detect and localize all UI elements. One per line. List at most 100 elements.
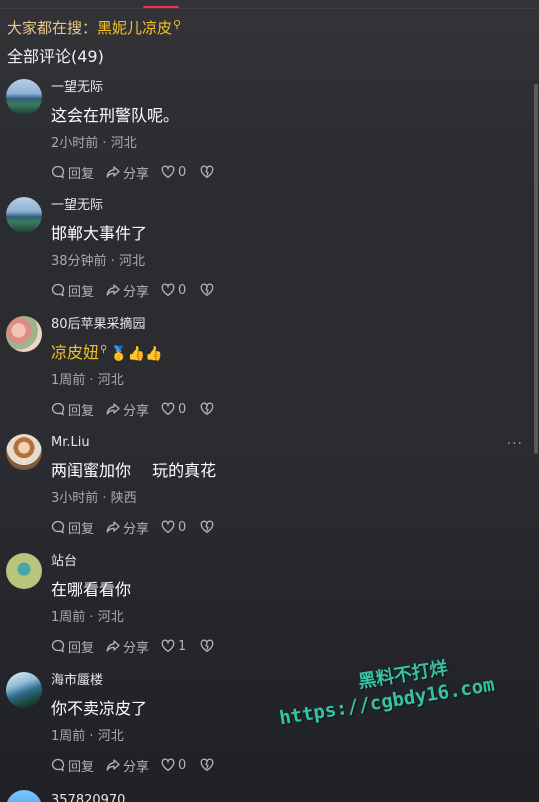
share-button[interactable]: 分享 — [106, 281, 149, 300]
share-button[interactable]: 分享 — [106, 637, 149, 656]
heart-icon — [161, 402, 175, 416]
share-arrow-icon — [106, 640, 120, 652]
comment-username[interactable]: 站台 — [51, 553, 77, 571]
comment-text: 你不卖凉皮了 — [51, 699, 148, 718]
like-button[interactable]: 0 — [161, 520, 186, 535]
dislike-button[interactable] — [200, 283, 217, 297]
speech-bubble-icon — [51, 402, 65, 416]
heart-icon — [161, 758, 175, 772]
avatar[interactable] — [6, 672, 42, 708]
comment-username[interactable]: Mr.Liu — [51, 434, 90, 452]
comment-location: 河北 — [118, 254, 145, 269]
magnifier-icon: ⚲ — [173, 18, 182, 31]
reply-button[interactable]: 回复 — [51, 163, 94, 182]
share-label: 分享 — [123, 759, 150, 775]
share-label: 分享 — [123, 640, 150, 656]
dislike-button[interactable] — [200, 165, 217, 179]
comment-actions: 回复 分享 0 — [51, 281, 229, 300]
reply-button[interactable]: 回复 — [51, 637, 94, 656]
dislike-button[interactable] — [200, 402, 217, 416]
comment-item: 一望无际 邯郸大事件了 38分钟前 · 河北 回复 分享 0 — [0, 197, 539, 315]
broken-heart-icon — [200, 165, 214, 179]
dislike-button[interactable] — [200, 520, 217, 534]
avatar[interactable] — [6, 434, 42, 470]
share-label: 分享 — [123, 403, 150, 419]
comment-meta: 1周前 · 河北 — [51, 728, 124, 746]
comment-username[interactable]: 80后苹果采摘园 — [51, 316, 146, 334]
share-arrow-icon — [106, 284, 120, 296]
comment-time: 1周前 — [51, 729, 86, 744]
comment-username[interactable]: 357820970 — [51, 792, 125, 802]
comment-item: Mr.Liu ··· 两闺蜜加你 玩的真花 3小时前 · 陕西 回复 分享 0 — [0, 434, 539, 552]
heart-icon — [161, 165, 175, 179]
avatar[interactable] — [6, 553, 42, 589]
broken-heart-icon — [200, 283, 214, 297]
like-button[interactable]: 0 — [161, 165, 186, 180]
share-button[interactable]: 分享 — [106, 518, 149, 537]
heart-icon — [161, 283, 175, 297]
avatar[interactable] — [6, 197, 42, 233]
comments-title: 全部评论(49) — [7, 47, 104, 66]
comment-text: 两闺蜜加你 玩的真花 — [51, 461, 217, 480]
comment-item: 357820970 — [0, 790, 539, 802]
broken-heart-icon — [200, 520, 214, 534]
comment-time: 1周前 — [51, 610, 86, 625]
meta-separator: · — [102, 136, 107, 151]
share-label: 分享 — [123, 166, 150, 182]
reply-button[interactable]: 回复 — [51, 756, 94, 775]
speech-bubble-icon — [51, 165, 65, 179]
comment-location: 河北 — [97, 373, 124, 388]
share-button[interactable]: 分享 — [106, 400, 149, 419]
meta-separator: · — [89, 729, 94, 744]
dislike-button[interactable] — [200, 758, 217, 772]
tab-indicator-strip — [0, 0, 539, 9]
share-button[interactable]: 分享 — [106, 163, 149, 182]
reply-button[interactable]: 回复 — [51, 518, 94, 537]
magnifier-icon: ⚲ — [100, 344, 108, 355]
comment-text: 邯郸大事件了 — [51, 224, 148, 243]
comment-time: 1周前 — [51, 373, 86, 388]
reply-button[interactable]: 回复 — [51, 281, 94, 300]
comment-meta: 1周前 · 河北 — [51, 372, 124, 390]
like-button[interactable]: 0 — [161, 758, 186, 773]
search-suggestion-term[interactable]: 黑妮儿凉皮 — [97, 19, 172, 37]
like-button[interactable]: 0 — [161, 283, 186, 298]
comment-text: 这会在刑警队呢。 — [51, 106, 180, 125]
like-count: 0 — [178, 282, 187, 298]
meta-separator: · — [89, 610, 94, 625]
share-label: 分享 — [123, 284, 150, 300]
reply-label: 回复 — [68, 640, 95, 656]
comment-meta: 1周前 · 河北 — [51, 609, 124, 627]
share-button[interactable]: 分享 — [106, 756, 149, 775]
like-button[interactable]: 1 — [161, 639, 186, 654]
share-arrow-icon — [106, 166, 120, 178]
comment-username[interactable]: 一望无际 — [51, 79, 103, 97]
reply-button[interactable]: 回复 — [51, 400, 94, 419]
comment-item: 站台 在哪看看你 1周前 · 河北 回复 分享 1 — [0, 553, 539, 671]
avatar[interactable] — [6, 316, 42, 352]
comment-search-link[interactable]: 凉皮妞 — [51, 343, 99, 362]
comment-actions: 回复 分享 0 — [51, 518, 229, 537]
share-arrow-icon — [106, 403, 120, 415]
like-count: 0 — [178, 519, 187, 535]
comment-meta: 38分钟前 · 河北 — [51, 253, 145, 271]
comment-item: 一望无际 这会在刑警队呢。 2小时前 · 河北 回复 分享 0 — [0, 79, 539, 197]
comment-actions: 回复 分享 0 — [51, 163, 229, 182]
meta-separator: · — [89, 373, 94, 388]
comment-meta: 3小时前 · 陕西 — [51, 490, 137, 508]
comment-username[interactable]: 海市蜃楼 — [51, 672, 103, 690]
comment-username[interactable]: 一望无际 — [51, 197, 103, 215]
avatar[interactable] — [6, 79, 42, 115]
search-suggestion-prefix: 大家都在搜： — [7, 19, 98, 37]
share-arrow-icon — [106, 759, 120, 771]
comment-actions: 回复 分享 1 — [51, 637, 229, 656]
active-tab-indicator — [143, 6, 179, 8]
more-options-icon[interactable]: ··· — [507, 436, 523, 452]
reply-label: 回复 — [68, 759, 95, 775]
comment-actions: 回复 分享 0 — [51, 400, 229, 419]
avatar[interactable] — [6, 790, 42, 802]
comment-time: 2小时前 — [51, 136, 99, 151]
search-suggestion[interactable]: 大家都在搜：黑妮儿凉皮⚲ — [7, 18, 181, 40]
like-button[interactable]: 0 — [161, 402, 186, 417]
dislike-button[interactable] — [200, 639, 217, 653]
